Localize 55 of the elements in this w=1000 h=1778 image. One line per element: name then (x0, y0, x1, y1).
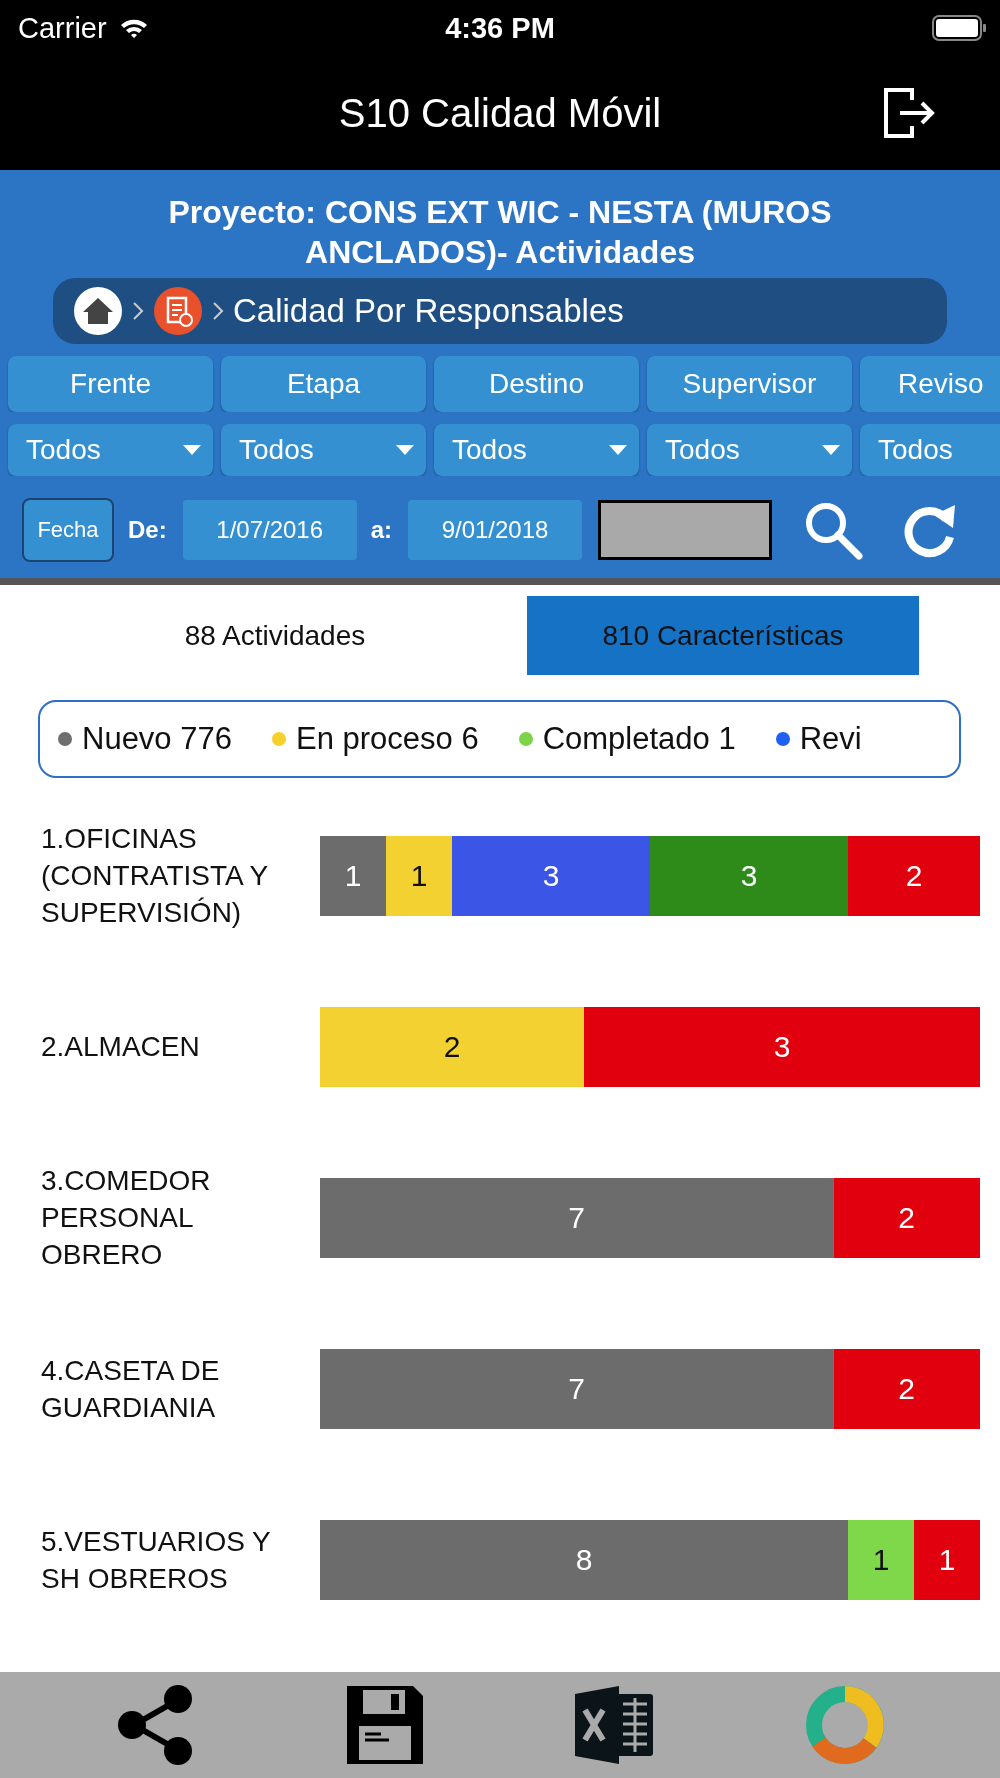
filter-dropdown[interactable]: Todos (8, 424, 213, 476)
input-field[interactable] (598, 500, 772, 560)
segment-count: 7 (568, 1371, 585, 1405)
filter-dropdown[interactable]: Todos (221, 424, 426, 476)
row-label: 2.ALMACEN (40, 1030, 201, 1064)
caret-icon (609, 444, 627, 456)
segment-count: 3 (773, 1029, 791, 1063)
spreadsheet-icon[interactable] (573, 1684, 656, 1766)
segment-count: 2 (898, 1371, 915, 1405)
segment-count: 3 (740, 858, 758, 892)
battery-icon (932, 15, 988, 41)
date-field[interactable]: 9/01/2018 (408, 500, 582, 560)
legend-label: Nuevo 776 (82, 721, 232, 757)
row-label: 1.OFICINAS (CONTRATISTA Y SUPERVISIÓN) (40, 822, 269, 930)
save-icon[interactable] (344, 1684, 425, 1766)
date-field[interactable]: 1/07/2016 (182, 500, 357, 560)
segment-count: 1 (344, 858, 362, 892)
segment-count: 1 (872, 1542, 890, 1576)
caret-icon (183, 444, 201, 456)
row-label: 4.CASETA DE GUARDIANIA (40, 1353, 221, 1425)
filter-button[interactable]: Supervisor (647, 356, 852, 412)
tab[interactable]: 88 Actividades (110, 596, 440, 675)
row-label: 3.COMEDOR PERSONAL OBRERO (40, 1164, 212, 1272)
segment-count: 1 (938, 1542, 956, 1576)
caret-icon (396, 444, 414, 456)
home-icon[interactable] (73, 286, 123, 336)
carrier-name: Carrier (18, 11, 107, 45)
row-label: 5.VESTUARIOS Y SH OBREROS (40, 1524, 272, 1596)
filter-dropdown[interactable]: Todos (860, 424, 1000, 476)
tab[interactable]: 810 Características (527, 596, 919, 675)
clipboard-icon[interactable] (153, 286, 203, 336)
app-title: S10 Calidad Móvil (338, 90, 662, 136)
filter-button[interactable]: Etapa (221, 356, 426, 412)
filter-button[interactable]: Frente (8, 356, 213, 412)
legend-label: Revi (799, 721, 862, 757)
date-button[interactable]: Fecha (22, 498, 114, 562)
filter-button[interactable]: Destino (434, 356, 639, 412)
to-label: a: (370, 516, 392, 544)
breadcrumb-item[interactable]: Calidad Por Responsables (233, 292, 624, 330)
from-label: De: (128, 516, 167, 544)
legend-label: En proceso 6 (295, 721, 479, 757)
filter-dropdown[interactable]: Todos (647, 424, 852, 476)
segment-count: 8 (575, 1542, 593, 1576)
segment-count: 2 (443, 1029, 461, 1063)
legend-label: Completado 1 (542, 721, 736, 757)
segment-count: 7 (568, 1200, 585, 1234)
filter-button[interactable]: Reviso (860, 356, 1000, 412)
segment-count: 2 (898, 1200, 915, 1234)
segment-count: 2 (905, 858, 923, 892)
status-time: 4:36 PM (445, 11, 555, 45)
segment-count: 3 (542, 858, 560, 892)
project-title: Proyecto: CONS EXT WIC - NESTA (MUROS ANCLADOS)- Actividades (167, 193, 833, 272)
segment-count: 1 (410, 858, 428, 892)
caret-icon (822, 444, 840, 456)
filter-dropdown[interactable]: Todos (434, 424, 639, 476)
